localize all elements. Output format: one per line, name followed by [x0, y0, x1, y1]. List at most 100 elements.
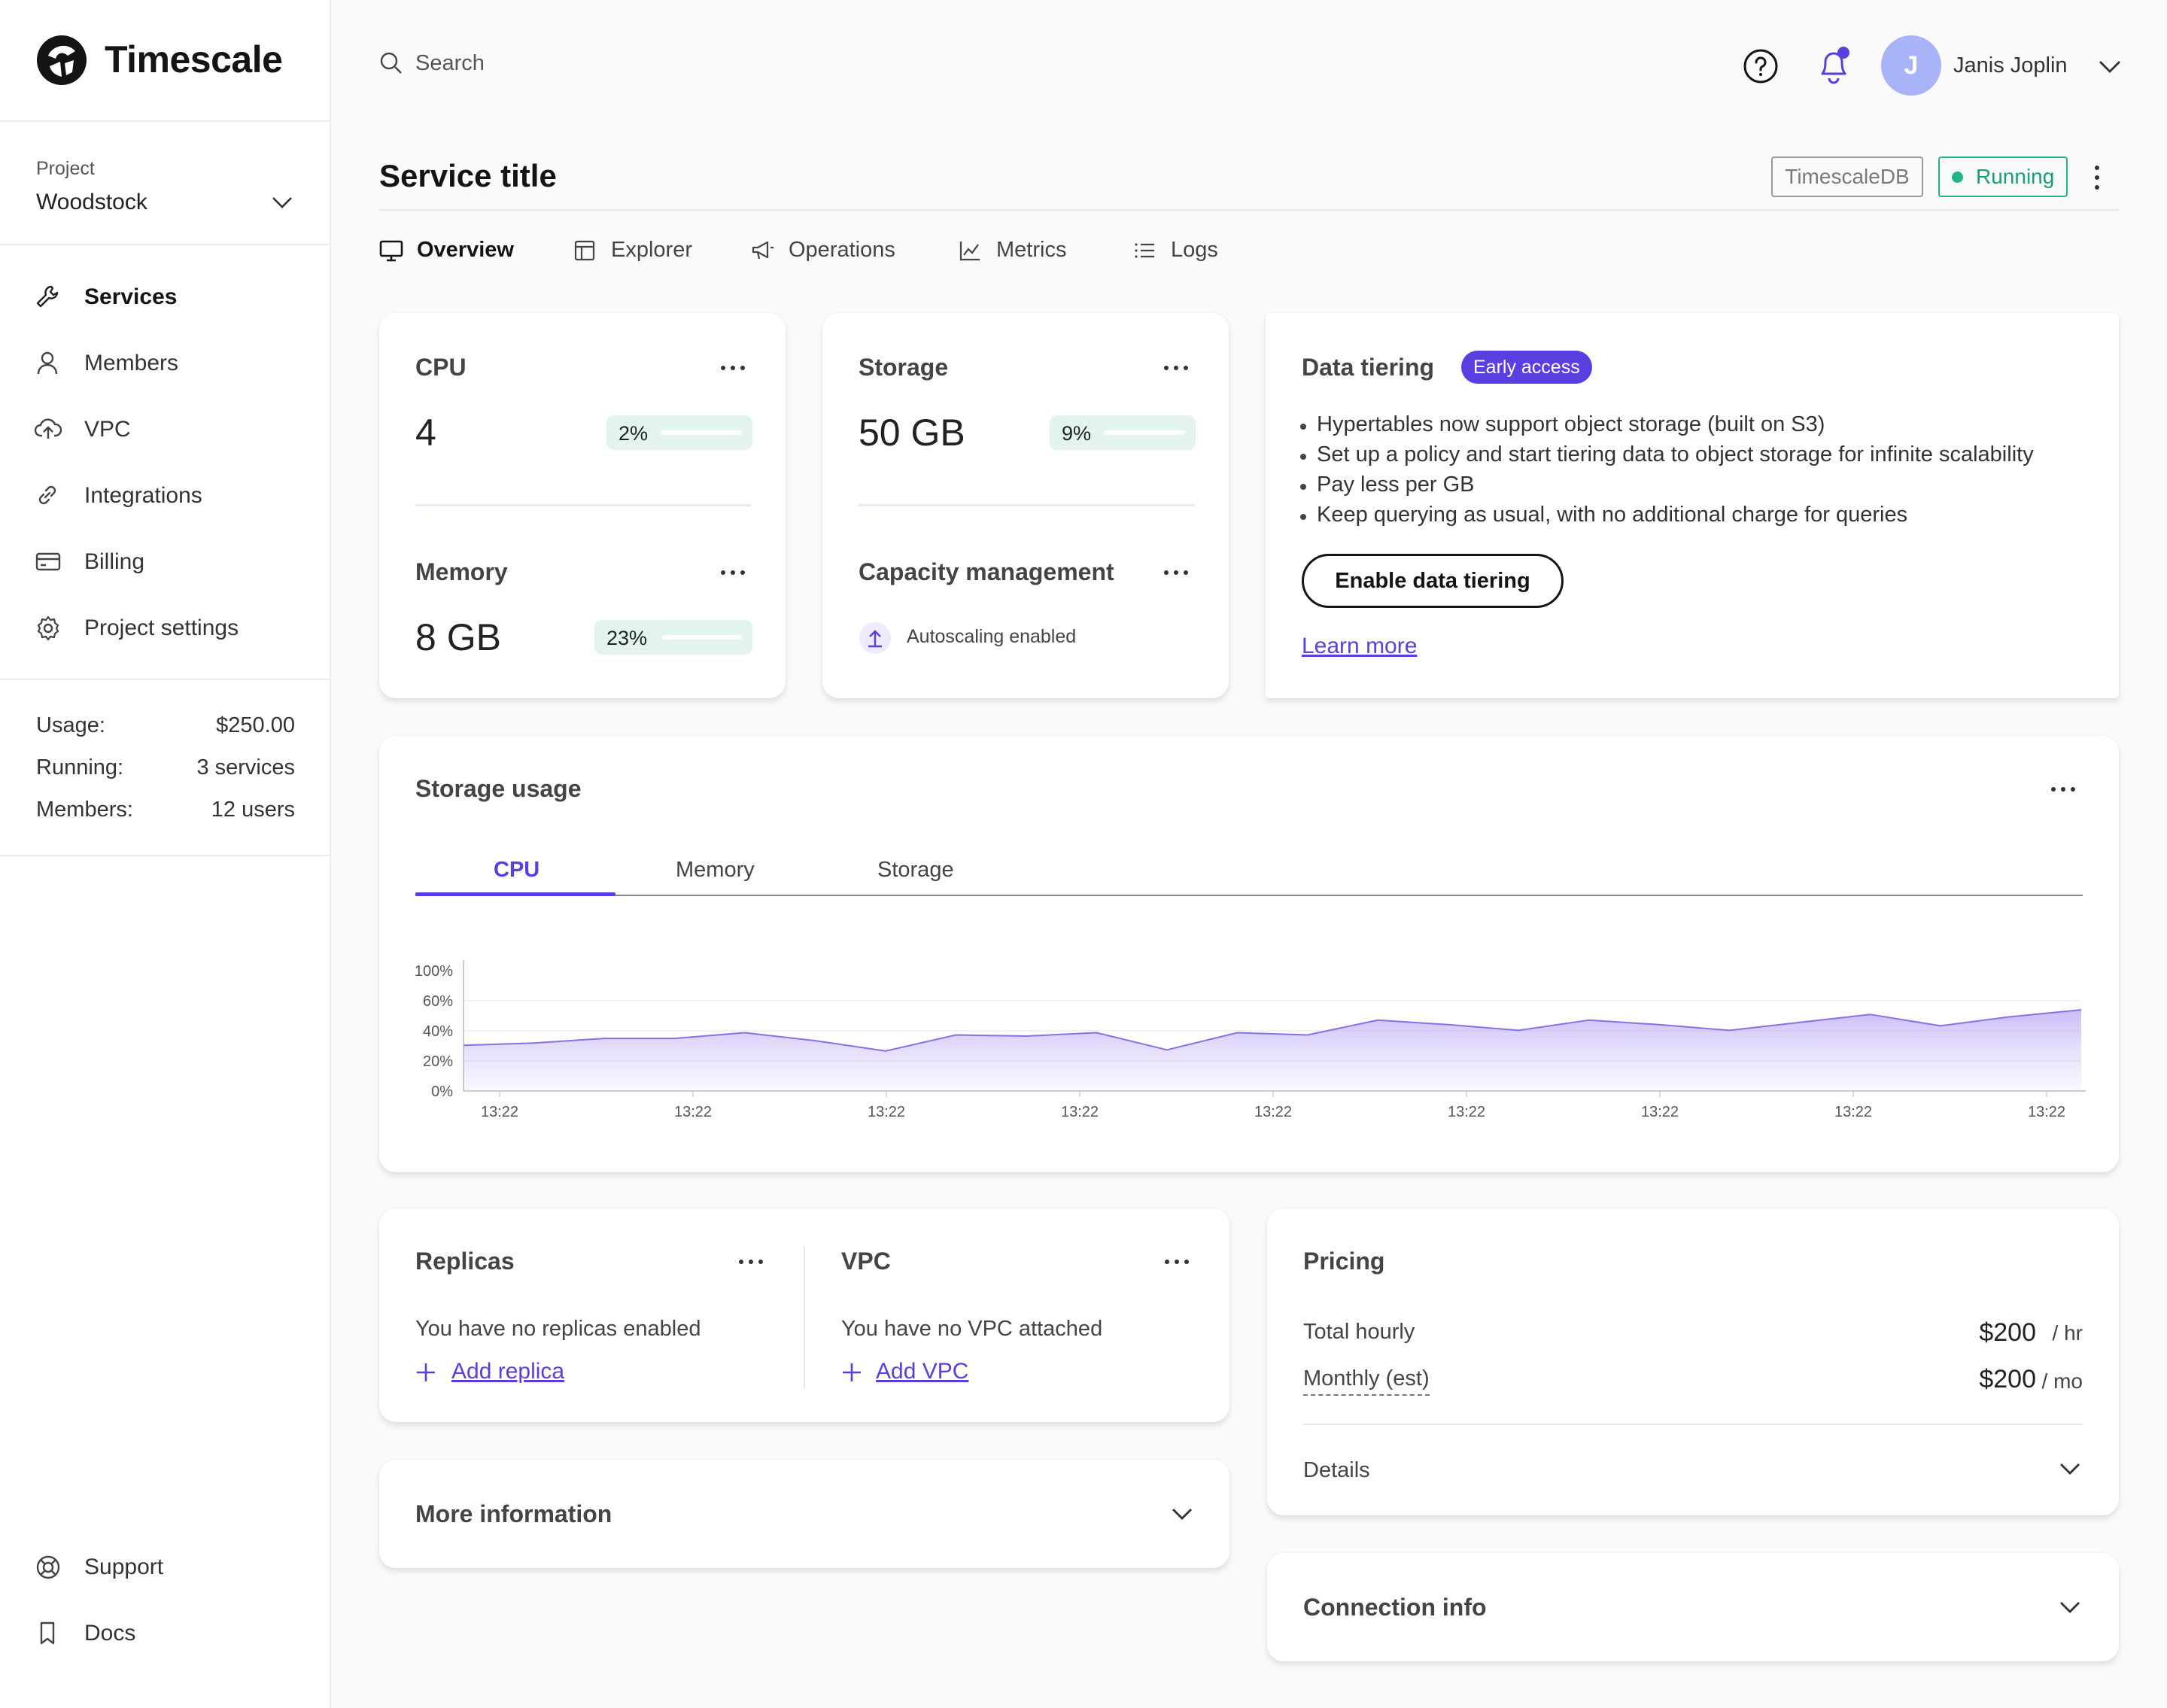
tab-logs[interactable]: Logs: [1133, 236, 1231, 266]
tab-metrics[interactable]: Metrics: [959, 236, 1079, 266]
sidebar-item-billing[interactable]: Billing: [0, 536, 330, 588]
x-tick-label: 13:22: [1641, 1104, 1679, 1120]
monthly-est-value: $200: [1979, 1365, 2036, 1393]
add-replica-button[interactable]: Add replica: [414, 1356, 579, 1389]
divider: [0, 855, 330, 856]
user-name: Janis Joplin: [1953, 53, 2068, 77]
enable-data-tiering-button[interactable]: Enable data tiering: [1302, 554, 1564, 608]
tab-overview[interactable]: Overview: [379, 236, 522, 266]
table-icon: [574, 240, 595, 261]
tab-label: Explorer: [611, 238, 692, 262]
connection-info-accordion[interactable]: Connection info: [1267, 1553, 2119, 1661]
user-icon: [37, 351, 58, 375]
pricing-details-accordion[interactable]: Details: [1303, 1442, 2083, 1499]
search-bar[interactable]: Search: [376, 45, 677, 80]
chart-tab-label: Memory: [676, 858, 755, 882]
early-access-badge: Early access: [1461, 351, 1592, 384]
vpc-empty-text: You have no VPC attached: [841, 1317, 1103, 1341]
storage-value: 50 GB: [859, 412, 965, 454]
more-information-title: More information: [415, 1500, 612, 1527]
usage-label: Usage:: [36, 713, 105, 737]
details-label: Details: [1303, 1458, 1370, 1482]
y-tick-label: 20%: [423, 1053, 453, 1070]
x-tick-label: 13:22: [2028, 1104, 2065, 1120]
chart-tab-cpu[interactable]: CPU: [415, 841, 617, 895]
x-tick-label: 13:22: [1448, 1104, 1485, 1120]
x-tick-label: 13:22: [1254, 1104, 1292, 1120]
help-icon[interactable]: [1743, 48, 1779, 84]
more-information-accordion[interactable]: More information: [379, 1460, 1229, 1568]
monthly-est-label[interactable]: Monthly (est): [1303, 1366, 1430, 1396]
chart-menu-button[interactable]: [2051, 787, 2077, 795]
tiering-bullet: Keep querying as usual, with no addition…: [1299, 503, 1908, 527]
data-tiering-title: Data tiering: [1302, 354, 1435, 381]
timescale-logo-icon: [35, 33, 89, 87]
total-hourly-unit: / hr: [2052, 1321, 2083, 1345]
memory-value: 8 GB: [415, 616, 501, 658]
sidebar-item-label: VPC: [84, 417, 131, 442]
vpc-menu-button[interactable]: [1165, 1260, 1190, 1267]
cloud-upload-icon: [35, 418, 62, 439]
cpu-usage-track: [661, 430, 742, 435]
tab-label: Metrics: [996, 238, 1067, 262]
sidebar-item-members[interactable]: Members: [0, 337, 330, 390]
service-menu-button[interactable]: [2093, 166, 2101, 191]
project-selector[interactable]: Woodstock: [26, 179, 304, 224]
sidebar-item-docs[interactable]: Docs: [0, 1607, 330, 1660]
storage-title: Storage: [859, 354, 949, 381]
monitor-icon: [379, 240, 403, 262]
connection-info-title: Connection info: [1303, 1594, 1487, 1621]
divider: [1303, 1424, 2083, 1425]
sidebar-item-integrations[interactable]: Integrations: [0, 470, 330, 522]
tab-operations[interactable]: Operations: [751, 236, 916, 266]
plus-icon: [843, 1363, 861, 1381]
search-icon: [380, 52, 402, 74]
status-badge: Running: [1938, 157, 2068, 197]
sidebar-item-label: Billing: [84, 549, 145, 574]
sidebar-item-vpc[interactable]: VPC: [0, 403, 330, 456]
link-icon: [38, 485, 56, 505]
status-text: Running: [1976, 165, 2055, 188]
divider: [415, 504, 751, 506]
replicas-menu-button[interactable]: [739, 1260, 764, 1267]
tiering-bullet: Set up a policy and start tiering data t…: [1300, 442, 2034, 467]
user-menu[interactable]: J Janis Joplin: [1880, 33, 2135, 98]
chart-tabs-divider: [415, 895, 2083, 896]
sidebar-item-support[interactable]: Support: [0, 1541, 330, 1594]
learn-more-link[interactable]: Learn more: [1302, 634, 1417, 659]
chart-tab-storage[interactable]: Storage: [819, 841, 1020, 895]
search-placeholder: Search: [415, 51, 485, 75]
sidebar-item-services[interactable]: Services: [0, 271, 330, 324]
wrench-icon: [36, 285, 59, 308]
x-tick-label: 13:22: [868, 1104, 905, 1120]
usage-chart: 100% 60% 40% 20% 0% 13:22 13:22 13:22 13:22 13:2…: [415, 960, 2086, 1120]
chevron-down-icon: [2099, 61, 2120, 73]
storage-capacity-card: Storage 50 GB 9% Capacity management Aut…: [822, 313, 1229, 698]
cpu-percent: 2%: [618, 422, 649, 445]
sidebar-item-label: Support: [84, 1555, 164, 1579]
memory-usage-pill: 23%: [594, 620, 752, 655]
storage-menu-button[interactable]: [1164, 366, 1190, 373]
x-tick-label: 13:22: [1061, 1104, 1099, 1120]
bell-icon[interactable]: [1815, 44, 1852, 87]
pricing-title: Pricing: [1303, 1248, 1385, 1275]
megaphone-icon: [752, 241, 773, 260]
y-tick-label: 100%: [415, 963, 453, 980]
cpu-value: 4: [415, 412, 436, 454]
chart-tab-memory[interactable]: Memory: [617, 841, 819, 895]
plus-icon: [417, 1363, 435, 1381]
storage-usage-pill: 9%: [1050, 415, 1196, 450]
sidebar-item-project-settings[interactable]: Project settings: [0, 602, 330, 655]
add-replica-label: Add replica: [451, 1359, 565, 1384]
members-value: 12 users: [211, 798, 295, 822]
tab-label: Operations: [789, 238, 895, 262]
page-title: Service title: [379, 158, 557, 193]
usage-value: $250.00: [216, 713, 295, 737]
tab-explorer[interactable]: Explorer: [573, 236, 701, 266]
cpu-menu-button[interactable]: [721, 366, 746, 373]
capacity-menu-button[interactable]: [1164, 570, 1190, 578]
memory-menu-button[interactable]: [721, 570, 746, 578]
sidebar-item-label: Project settings: [84, 615, 239, 640]
avatar: J: [1881, 35, 1941, 96]
add-vpc-button[interactable]: Add VPC: [840, 1356, 990, 1389]
